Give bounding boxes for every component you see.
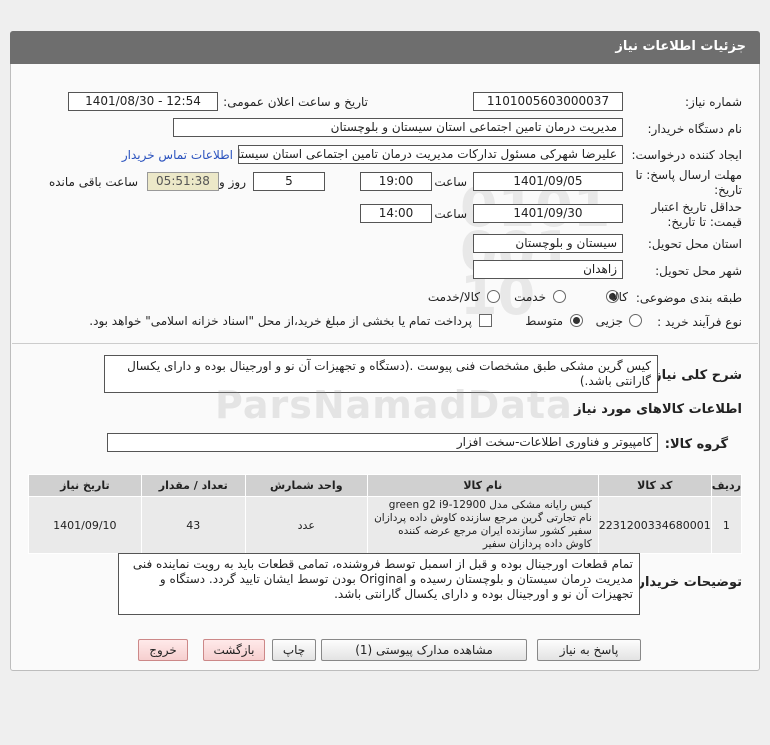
print-button[interactable]: چاپ [272, 639, 316, 661]
col-name: نام کالا [366, 474, 599, 497]
buyer-org-label: نام دستگاه خریدار: [647, 122, 743, 136]
creator-field: علیرضا شهرکی مسئول تدارکات مدیریت درمان … [238, 145, 623, 164]
validity-date-field: 1401/09/30 [473, 204, 623, 223]
goods-group-label: گروه کالا: [664, 437, 728, 452]
category-goods-label: کالا [611, 290, 628, 304]
goods-section-title: اطلاعات کالاهای مورد نیاز [574, 402, 742, 417]
creator-label: ایجاد کننده درخواست: [631, 148, 742, 162]
watermark: ParsNamadData [215, 383, 573, 427]
attachments-button[interactable]: مشاهده مدارک پیوستی (1) [321, 639, 527, 661]
col-code: کد کالا [597, 474, 712, 497]
category-label: طبقه بندی موضوعی: [635, 291, 742, 305]
process-radio-medium[interactable] [570, 314, 583, 327]
page-title: جزئیات اطلاعات نیاز [615, 39, 746, 54]
process-radio-minor[interactable] [629, 314, 642, 327]
category-service-label: خدمت [514, 290, 546, 304]
cell-name: کیس رایانه مشکی مدل green g2 i9-12900 نا… [366, 496, 599, 554]
remaining-time-field: 05:51:38 [147, 172, 219, 191]
col-unit: واحد شمارش [244, 474, 368, 497]
table-header-row: ردیف کد کالا نام کالا واحد شمارش تعداد /… [28, 474, 743, 497]
buyer-org-field: مدیریت درمان تامین اجتماعی استان سیستان … [173, 118, 623, 137]
payment-checkbox[interactable] [479, 314, 492, 327]
deadline-time-field: 19:00 [360, 172, 432, 191]
need-number-field: 1101005603000037 [473, 92, 623, 111]
province-field: سیستان و بلوچستان [473, 234, 623, 253]
days-label: روز و [219, 175, 246, 189]
announce-label: تاریخ و ساعت اعلان عمومی: [223, 95, 368, 109]
deadline-date-field: 1401/09/05 [473, 172, 623, 191]
cell-qty: 43 [140, 496, 246, 554]
remaining-label: ساعت باقی مانده [48, 175, 138, 189]
cell-code: 2231200334680001 [597, 496, 712, 554]
category-radio-goods-service[interactable] [487, 290, 500, 303]
goods-group-field: کامپیوتر و فناوری اطلاعات-سخت افزار [107, 433, 658, 452]
cell-row: 1 [710, 496, 743, 554]
need-number-label: شماره نیاز: [685, 95, 742, 109]
cell-unit: عدد [244, 496, 368, 554]
reply-button[interactable]: پاسخ به نیاز [537, 639, 641, 661]
cell-date: 1401/09/10 [28, 496, 142, 554]
province-label: استان محل تحویل: [647, 237, 742, 251]
description-label: شرح کلی نیاز: [648, 368, 742, 383]
deadline-time-label: ساعت [434, 175, 467, 189]
category-radio-service[interactable] [553, 290, 566, 303]
col-date: تاریخ نیاز [28, 474, 142, 497]
col-row: ردیف [710, 474, 743, 497]
process-label: نوع فرآیند خرید : [657, 315, 742, 329]
process-minor-label: جزیی [595, 314, 623, 328]
panel-header: جزئیات اطلاعات نیاز [10, 31, 760, 64]
contact-buyer-link[interactable]: اطلاعات تماس خریدار [122, 148, 233, 162]
deadline-label-date: تاریخ: [714, 183, 742, 197]
col-qty: تعداد / مقدار [140, 474, 246, 497]
divider [12, 343, 758, 344]
announce-field: 1401/08/30 - 12:54 [68, 92, 218, 111]
validity-time-label: ساعت [434, 207, 467, 221]
goods-table: ردیف کد کالا نام کالا واحد شمارش تعداد /… [28, 474, 743, 554]
buyer-notes-text: تمام قطعات اورجینال بوده و قبل از اسمبل … [118, 553, 640, 615]
table-row: 1 2231200334680001 کیس رایانه مشکی مدل g… [28, 496, 743, 554]
category-goods-service-label: کالا/خدمت [427, 290, 480, 304]
buyer-notes-label: توضیحات خریدار: [632, 575, 742, 590]
back-button[interactable]: بازگشت [203, 639, 265, 661]
days-field: 5 [253, 172, 325, 191]
payment-note: پرداخت تمام یا بخشی از مبلغ خرید،از محل … [89, 314, 472, 328]
validity-label-date: قیمت: تا تاریخ: [667, 215, 742, 229]
city-field: زاهدان [473, 260, 623, 279]
validity-label: حداقل تاریخ اعتبار [651, 200, 742, 214]
validity-time-field: 14:00 [360, 204, 432, 223]
city-label: شهر محل تحویل: [655, 264, 742, 278]
exit-button[interactable]: خروج [138, 639, 188, 661]
deadline-label: مهلت ارسال پاسخ: تا [635, 168, 742, 182]
process-medium-label: متوسط [525, 314, 563, 328]
